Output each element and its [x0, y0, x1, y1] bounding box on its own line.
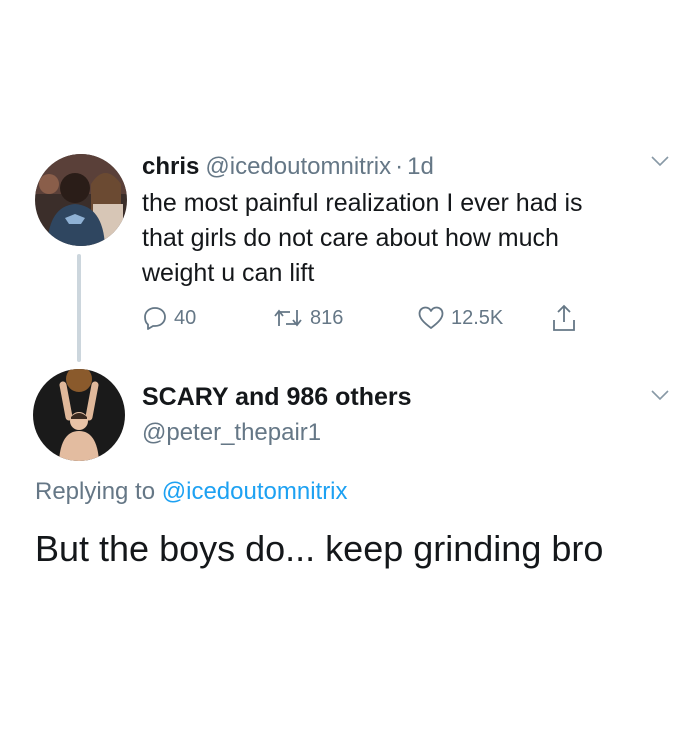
tweet2-display-name[interactable]: SCARY and 986 others — [142, 382, 412, 412]
heart-icon — [417, 305, 445, 331]
retweet-count: 816 — [310, 306, 344, 329]
tweet1-header: chris @icedoutomnitrix · 1d — [142, 152, 434, 182]
tweet1-text-line: the most painful realization I ever had … — [142, 189, 583, 217]
tweet1-text-line: that girls do not care about how much — [142, 224, 559, 252]
share-button[interactable] — [550, 302, 578, 334]
tweet1-handle[interactable]: @icedoutomnitrix — [205, 153, 391, 180]
replying-to-handle-link[interactable]: @icedoutomnitrix — [162, 478, 348, 505]
replying-to-label: Replying to — [35, 478, 156, 505]
tweet2-text: But the boys do... keep grinding bro — [35, 528, 604, 569]
reply-button[interactable]: 40 — [142, 302, 196, 334]
like-count: 12.5K — [451, 306, 504, 329]
share-icon — [550, 303, 578, 333]
reply-icon — [142, 305, 168, 331]
peter-avatar[interactable] — [33, 369, 125, 461]
tweet1-text: the most painful realization I ever had … — [142, 186, 662, 291]
reply-count: 40 — [174, 306, 197, 329]
tweet1-timestamp[interactable]: 1d — [407, 153, 434, 180]
retweet-button[interactable]: 816 — [272, 302, 343, 334]
tweet1-display-name[interactable]: chris — [142, 153, 199, 180]
chris-avatar[interactable] — [35, 154, 127, 246]
thread-connector-line — [77, 254, 81, 362]
like-button[interactable]: 12.5K — [417, 302, 503, 334]
tweet1-separator: · — [395, 153, 404, 180]
tweet1-more-options-icon[interactable] — [650, 154, 670, 173]
tweet1-text-line: weight u can lift — [142, 259, 315, 287]
tweet2-more-options-icon[interactable] — [650, 388, 670, 407]
replying-to-line: Replying to @icedoutomnitrix — [35, 476, 348, 508]
retweet-icon — [272, 305, 304, 331]
tweet1-action-bar: 40 816 12.5K — [142, 302, 642, 334]
tweet2-handle[interactable]: @peter_thepair1 — [142, 418, 321, 448]
